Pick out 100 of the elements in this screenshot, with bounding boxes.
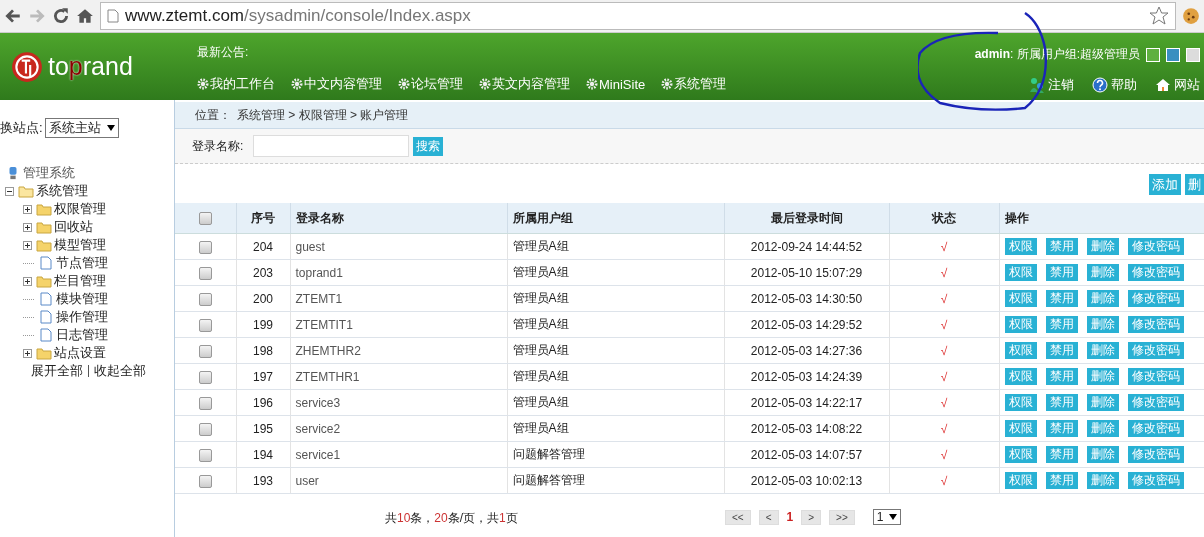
action-button[interactable]: 修改密码: [1127, 472, 1184, 489]
action-button[interactable]: 禁用: [1045, 316, 1078, 333]
action-button[interactable]: 修改密码: [1127, 394, 1184, 411]
action-button[interactable]: 删除: [1086, 368, 1119, 385]
page-button[interactable]: <<: [725, 509, 751, 525]
row-checkbox[interactable]: [198, 396, 212, 410]
tree-item[interactable]: 站点设置: [54, 344, 106, 362]
nav-link[interactable]: 系统管理: [661, 75, 727, 93]
skin-swatch[interactable]: [1186, 47, 1200, 62]
expander-icon[interactable]: [5, 186, 14, 196]
action-button[interactable]: 修改密码: [1127, 290, 1184, 307]
header-link[interactable]: 注销: [1029, 76, 1074, 94]
expander-icon[interactable]: [23, 222, 32, 232]
row-checkbox[interactable]: [198, 266, 212, 280]
action-button[interactable]: 删除: [1086, 290, 1119, 307]
action-button[interactable]: 删除: [1086, 394, 1119, 411]
action-button[interactable]: 删除: [1086, 316, 1119, 333]
page-select[interactable]: 1: [872, 509, 902, 525]
reload-icon[interactable]: [52, 7, 70, 25]
action-button[interactable]: 修改密码: [1127, 342, 1184, 359]
page-button[interactable]: >: [801, 509, 822, 525]
action-button[interactable]: 修改密码: [1127, 238, 1184, 255]
action-button[interactable]: 禁用: [1045, 472, 1078, 489]
column-header: 操作: [1004, 210, 1029, 225]
tree-item[interactable]: 模型管理: [54, 236, 106, 254]
action-button[interactable]: 删除: [1086, 446, 1119, 463]
action-button[interactable]: 权限: [1004, 342, 1037, 359]
tree-item[interactable]: 系统管理: [36, 182, 88, 200]
action-button[interactable]: 禁用: [1045, 368, 1078, 385]
action-button[interactable]: 删除: [1086, 420, 1119, 437]
action-button[interactable]: 权限: [1004, 316, 1037, 333]
home-icon[interactable]: [76, 7, 94, 25]
action-button[interactable]: 禁用: [1045, 394, 1078, 411]
row-checkbox[interactable]: [198, 318, 212, 332]
expander-icon[interactable]: [23, 348, 32, 358]
search-button[interactable]: 搜索: [413, 136, 444, 156]
tree-item[interactable]: 模块管理: [56, 290, 108, 308]
action-button[interactable]: 权限: [1004, 394, 1037, 411]
skin-swatch[interactable]: [1166, 47, 1180, 62]
nav-link[interactable]: 英文内容管理: [479, 75, 570, 93]
expander-icon[interactable]: [23, 240, 32, 250]
nav-link[interactable]: 中文内容管理: [291, 75, 382, 93]
star-icon[interactable]: [1149, 6, 1169, 26]
action-button[interactable]: 权限: [1004, 264, 1037, 281]
page-button[interactable]: <: [758, 509, 779, 525]
tree-item[interactable]: 管理系统: [23, 164, 75, 182]
tree-item[interactable]: 节点管理: [56, 254, 108, 272]
tree-item[interactable]: 权限管理: [54, 200, 106, 218]
expand-all-link[interactable]: 展开全部: [31, 362, 83, 380]
expander-icon[interactable]: [23, 276, 32, 286]
nav-link[interactable]: 论坛管理: [398, 75, 463, 93]
header-link[interactable]: 网站: [1155, 76, 1200, 94]
action-button[interactable]: 禁用: [1045, 264, 1078, 281]
page-button[interactable]: >>: [829, 509, 855, 525]
expander-icon[interactable]: [23, 204, 32, 214]
action-button[interactable]: 修改密码: [1127, 368, 1184, 385]
toolbar-button[interactable]: 添加: [1149, 174, 1181, 195]
action-button[interactable]: 修改密码: [1127, 446, 1184, 463]
action-button[interactable]: 禁用: [1045, 342, 1078, 359]
action-button[interactable]: 权限: [1004, 446, 1037, 463]
collapse-all-link[interactable]: 收起全部: [94, 362, 146, 380]
action-button[interactable]: 修改密码: [1127, 264, 1184, 281]
back-icon[interactable]: [4, 7, 22, 25]
action-button[interactable]: 禁用: [1045, 446, 1078, 463]
action-button[interactable]: 删除: [1086, 342, 1119, 359]
login-name-field[interactable]: [253, 135, 410, 157]
skin-swatch[interactable]: [1146, 47, 1160, 62]
cookie-icon[interactable]: [1182, 7, 1200, 25]
toolbar-button[interactable]: 删: [1185, 174, 1204, 195]
nav-link[interactable]: MiniSite: [586, 75, 646, 93]
action-button[interactable]: 禁用: [1045, 420, 1078, 437]
row-checkbox[interactable]: [198, 240, 212, 254]
action-button[interactable]: 禁用: [1045, 238, 1078, 255]
row-checkbox[interactable]: [198, 370, 212, 384]
tree-item[interactable]: 操作管理: [56, 308, 108, 326]
row-checkbox[interactable]: [198, 292, 212, 306]
action-button[interactable]: 权限: [1004, 238, 1037, 255]
action-button[interactable]: 删除: [1086, 472, 1119, 489]
select-all-checkbox[interactable]: [198, 212, 212, 226]
row-checkbox[interactable]: [198, 344, 212, 358]
site-select[interactable]: 系统主站: [44, 118, 119, 138]
table-cell: 管理员A组: [512, 317, 569, 331]
action-button[interactable]: 权限: [1004, 290, 1037, 307]
action-button[interactable]: 删除: [1086, 264, 1119, 281]
action-button[interactable]: 权限: [1004, 472, 1037, 489]
action-button[interactable]: 权限: [1004, 420, 1037, 437]
tree-item[interactable]: 栏目管理: [54, 272, 106, 290]
action-button[interactable]: 修改密码: [1127, 316, 1184, 333]
action-button[interactable]: 修改密码: [1127, 420, 1184, 437]
row-checkbox[interactable]: [198, 474, 212, 488]
row-checkbox[interactable]: [198, 448, 212, 462]
row-checkbox[interactable]: [198, 422, 212, 436]
tree-item[interactable]: 日志管理: [56, 326, 108, 344]
action-button[interactable]: 删除: [1086, 238, 1119, 255]
nav-link[interactable]: 我的工作台: [197, 75, 275, 93]
address-bar[interactable]: www.ztemt.com/sysadmin/console/Index.aspx: [100, 2, 1176, 30]
action-button[interactable]: 禁用: [1045, 290, 1078, 307]
tree-item[interactable]: 回收站: [54, 218, 93, 236]
action-button[interactable]: 权限: [1004, 368, 1037, 385]
header-link[interactable]: 帮助: [1092, 76, 1137, 94]
